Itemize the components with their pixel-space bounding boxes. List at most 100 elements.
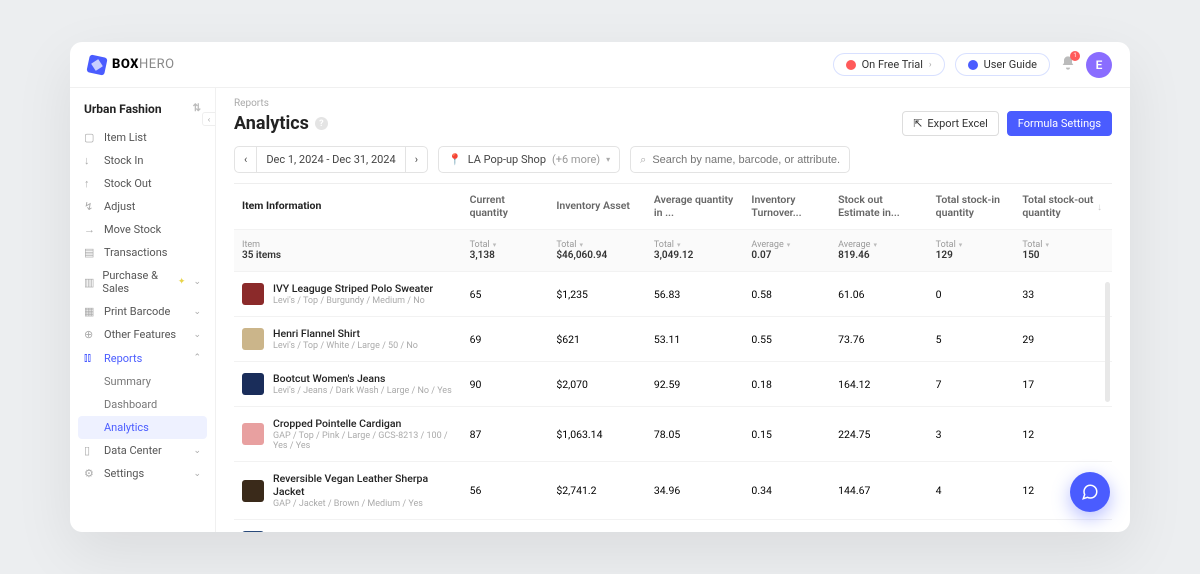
free-trial-pill[interactable]: On Free Trial › — [833, 53, 945, 76]
cell-total-stock-out: 29 — [1014, 317, 1112, 362]
avatar[interactable]: E — [1086, 52, 1112, 78]
cell-inventory-asset: $2,070 — [548, 362, 646, 407]
item-name: Bootcut Women's Jeans — [273, 372, 452, 385]
logo[interactable]: BOXHERO — [88, 56, 175, 74]
col-current-qty[interactable]: Current quantity — [462, 184, 549, 230]
col-total-stock-in[interactable]: Total stock-in quantity — [928, 184, 1015, 230]
sidebar-item-adjust[interactable]: ↯Adjust — [70, 195, 215, 218]
sidebar-item-settings[interactable]: ⚙Settings⌄ — [70, 462, 215, 485]
sidebar-item-purchase-sales[interactable]: ▥Purchase & Sales✦⌄ — [70, 264, 215, 300]
table-row[interactable]: IVY Leaguge Striped Polo SweaterLevi's /… — [234, 272, 1112, 317]
export-excel-button[interactable]: ⇱Export Excel — [902, 111, 999, 136]
dropdown-icon[interactable]: ▾ — [787, 241, 791, 249]
arrow-right-icon: → — [84, 223, 96, 236]
search-input[interactable] — [652, 148, 840, 172]
item-name: Iconic Western Denim Shirt — [273, 530, 430, 532]
col-inventory-asset[interactable]: Inventory Asset — [548, 184, 646, 230]
sidebar-item-reports[interactable]: ⫾⫾Reports⌃ — [70, 346, 215, 370]
location-filter[interactable]: 📍 LA Pop-up Shop (+6 more) ▾ — [438, 146, 620, 173]
dropdown-icon[interactable]: ▾ — [959, 241, 963, 249]
vertical-scrollbar[interactable] — [1105, 282, 1110, 402]
summary-avg-qty: 3,049.12 — [654, 250, 693, 261]
table-row[interactable]: Reversible Vegan Leather Sherpa JacketGA… — [234, 462, 1112, 520]
main-content: Reports Analytics? ⇱Export Excel Formula… — [216, 88, 1130, 532]
user-guide-label: User Guide — [984, 58, 1037, 71]
item-sub: Levi's / Top / Burgundy / Medium / No — [273, 296, 433, 306]
sidebar-item-stock-out[interactable]: ↑Stock Out — [70, 172, 215, 195]
star-icon: ✦ — [178, 277, 186, 287]
page-title: Analytics — [234, 113, 309, 134]
table-row[interactable]: Cropped Pointelle CardiganGAP / Top / Pi… — [234, 407, 1112, 462]
date-range-label[interactable]: Dec 1, 2024 - Dec 31, 2024 — [257, 147, 405, 172]
summary-row: Item35 items Total▾3,138 Total▾$46,060.9… — [234, 230, 1112, 272]
dropdown-icon[interactable]: ▾ — [1045, 241, 1049, 249]
notif-badge: 1 — [1070, 51, 1080, 61]
summary-inventory-asset: $46,060.94 — [556, 250, 607, 261]
topbar: BOXHERO On Free Trial › User Guide 1 E — [70, 42, 1130, 88]
date-next-button[interactable]: › — [406, 147, 427, 172]
chevron-down-icon: ⌄ — [193, 446, 201, 456]
sidebar-item-print-barcode[interactable]: ▦Print Barcode⌄ — [70, 300, 215, 323]
sidebar-item-other-features[interactable]: ⊕Other Features⌄ — [70, 323, 215, 346]
cell-avg-qty: 37.86 — [646, 520, 744, 532]
formula-settings-button[interactable]: Formula Settings — [1007, 111, 1112, 136]
sidebar: Urban Fashion ⇅ ‹ ▢Item List ↓Stock In ↑… — [70, 88, 216, 532]
item-sub: GAP / Top / Pink / Large / GCS-8213 / 10… — [273, 431, 454, 451]
sidebar-sub-dashboard[interactable]: Dashboard — [70, 393, 215, 416]
sidebar-sub-analytics[interactable]: Analytics — [78, 416, 207, 439]
col-avg-qty[interactable]: Average quantity in ... — [646, 184, 744, 230]
col-inv-turnover[interactable]: Inventory Turnover... — [743, 184, 830, 230]
cell-total-stock-in: 4 — [928, 462, 1015, 520]
cell-current-qty: 87 — [462, 407, 549, 462]
search-box[interactable]: ⌕ — [630, 146, 850, 173]
cell-stock-out-est: 110.22 — [830, 520, 928, 532]
dropdown-icon[interactable]: ▾ — [493, 241, 497, 249]
cell-inv-turnover: 0.15 — [743, 407, 830, 462]
sidebar-item-data-center[interactable]: ▯Data Center⌄ — [70, 439, 215, 462]
item-sub: Levi's / Jeans / Dark Wash / Large / No … — [273, 386, 452, 396]
database-icon: ▯ — [84, 444, 96, 457]
cell-total-stock-out: 12 — [1014, 407, 1112, 462]
table-row[interactable]: Iconic Western Denim ShirtLevi's / Top /… — [234, 520, 1112, 532]
page-icon: ▥ — [84, 276, 94, 289]
list-icon: ▤ — [84, 246, 96, 259]
sidebar-collapse-button[interactable]: ‹ — [202, 112, 216, 126]
dropdown-icon[interactable]: ▾ — [579, 241, 583, 249]
dropdown-icon[interactable]: ▾ — [677, 241, 681, 249]
sidebar-sub-summary[interactable]: Summary — [70, 370, 215, 393]
sort-desc-icon: ↓ — [1097, 202, 1102, 214]
chat-fab[interactable] — [1070, 472, 1110, 512]
avatar-initial: E — [1096, 58, 1103, 72]
workspace-switch-icon[interactable]: ⇅ — [193, 104, 201, 114]
col-stock-out-est[interactable]: Stock out Estimate in... — [830, 184, 928, 230]
sidebar-item-item-list[interactable]: ▢Item List — [70, 126, 215, 149]
summary-total-stock-in: 129 — [936, 250, 953, 261]
help-icon[interactable]: ? — [315, 117, 328, 130]
col-total-stock-out[interactable]: Total stock-out quantity↓ — [1014, 184, 1112, 230]
workspace-name: Urban Fashion — [84, 102, 162, 116]
dropdown-icon[interactable]: ▾ — [873, 241, 877, 249]
item-name: IVY Leaguge Striped Polo Sweater — [273, 282, 433, 295]
date-range-picker[interactable]: ‹ Dec 1, 2024 - Dec 31, 2024 › — [234, 146, 428, 173]
summary-total-stock-out: 150 — [1022, 250, 1039, 261]
adjust-icon: ↯ — [84, 200, 96, 213]
cell-total-stock-in: 0 — [928, 520, 1015, 532]
export-icon: ⇱ — [913, 117, 922, 130]
table-row[interactable]: Henri Flannel ShirtLevi's / Top / White … — [234, 317, 1112, 362]
analytics-table[interactable]: Item Information Current quantity Invent… — [234, 183, 1112, 532]
date-prev-button[interactable]: ‹ — [235, 147, 257, 172]
sidebar-item-move-stock[interactable]: →Move Stock — [70, 218, 215, 241]
user-guide-pill[interactable]: User Guide — [955, 53, 1050, 76]
sidebar-item-stock-in[interactable]: ↓Stock In — [70, 149, 215, 172]
cell-total-stock-in: 0 — [928, 272, 1015, 317]
item-thumbnail — [242, 423, 264, 445]
notification-bell[interactable]: 1 — [1060, 55, 1076, 75]
info-dot-icon — [968, 60, 978, 70]
table-row[interactable]: Bootcut Women's JeansLevi's / Jeans / Da… — [234, 362, 1112, 407]
chevron-down-icon: ▾ — [606, 155, 610, 164]
item-name: Reversible Vegan Leather Sherpa Jacket — [273, 472, 454, 498]
summary-item-count: 35 items — [242, 250, 281, 261]
sidebar-item-transactions[interactable]: ▤Transactions — [70, 241, 215, 264]
col-item-info[interactable]: Item Information — [234, 184, 462, 230]
cell-current-qty: 56 — [462, 462, 549, 520]
